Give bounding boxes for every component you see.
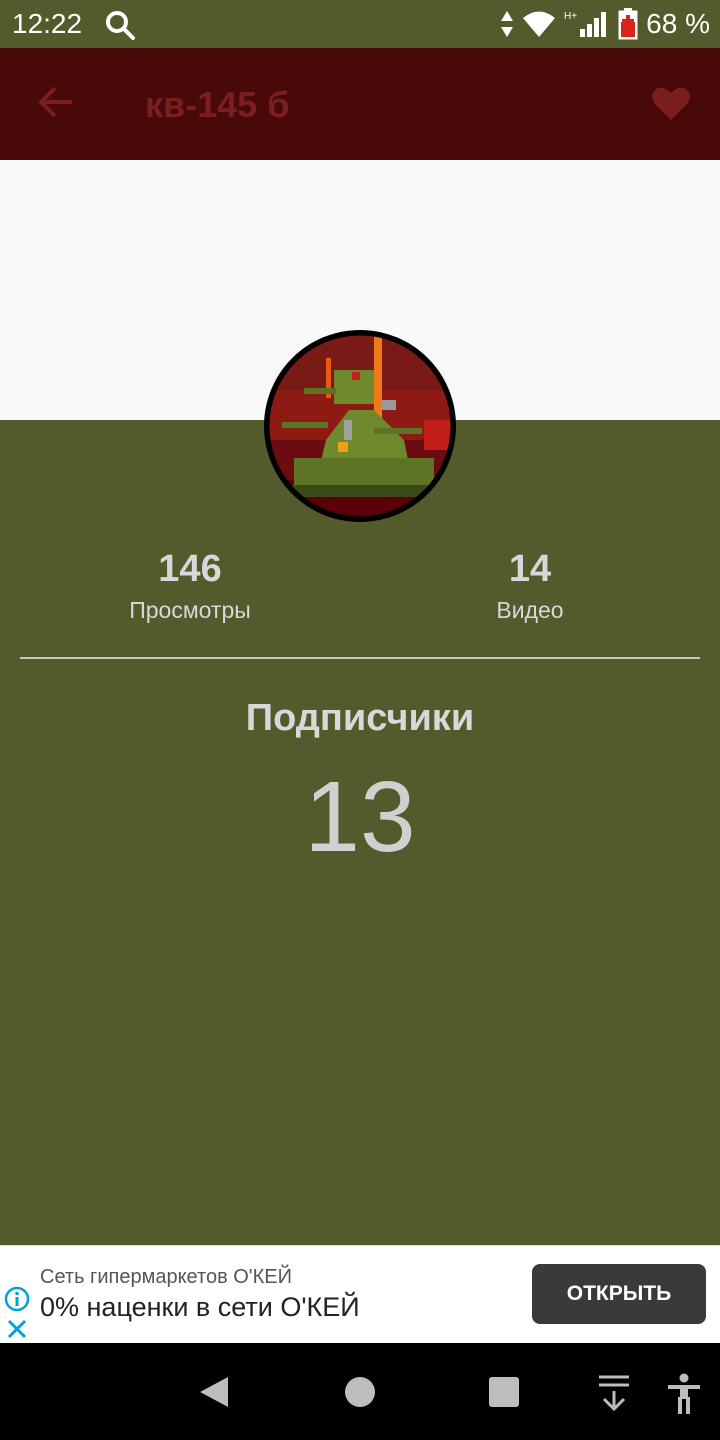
- subscribers-count: 13: [304, 761, 416, 873]
- ad-advertiser: Сеть гипермаркетов О'КЕЙ: [40, 1266, 292, 1288]
- svg-text:H+: H+: [564, 11, 577, 22]
- tank-artwork: [264, 330, 456, 522]
- views-stat: 146 Просмотры: [60, 548, 320, 624]
- system-nav-bar: [0, 1343, 720, 1440]
- divider: [20, 657, 700, 659]
- ad-banner[interactable]: Сеть гипермаркетов О'КЕЙ 0% наценки в се…: [0, 1245, 720, 1344]
- battery-percent: 68 %: [646, 8, 710, 39]
- status-time: 12:22: [12, 8, 83, 39]
- ad-open-button[interactable]: ОТКРЫТЬ: [532, 1264, 706, 1324]
- views-count: 146: [158, 548, 222, 590]
- wifi-icon: [523, 11, 556, 37]
- battery-icon: [618, 8, 638, 40]
- search-icon: [106, 11, 135, 40]
- recents-nav-icon[interactable]: [488, 1376, 520, 1408]
- notification-drawer-icon[interactable]: [596, 1373, 632, 1413]
- info-icon[interactable]: [4, 1286, 30, 1312]
- back-arrow-icon[interactable]: [36, 82, 76, 122]
- videos-count: 14: [508, 548, 552, 590]
- videos-label: Видео: [496, 597, 564, 623]
- app-bar: кв-145 б: [0, 48, 720, 160]
- status-bar: 12:22 H+ 68 %: [0, 0, 720, 48]
- ad-headline: 0% наценки в сети О'КЕЙ: [40, 1292, 360, 1322]
- videos-stat: 14 Видео: [400, 548, 660, 624]
- accessibility-icon[interactable]: [666, 1373, 702, 1415]
- home-nav-icon[interactable]: [344, 1376, 376, 1408]
- signal-icon: H+: [564, 11, 607, 37]
- status-icons: H+ 68 %: [500, 6, 710, 42]
- page-title: кв-145 б: [145, 84, 290, 125]
- channel-avatar: [264, 330, 456, 522]
- back-nav-icon[interactable]: [198, 1375, 230, 1409]
- data-arrows-icon: [501, 11, 514, 37]
- subscribers-label: Подписчики: [245, 697, 475, 739]
- views-label: Просмотры: [129, 597, 251, 623]
- heart-icon[interactable]: [650, 82, 692, 124]
- close-icon[interactable]: [6, 1318, 28, 1340]
